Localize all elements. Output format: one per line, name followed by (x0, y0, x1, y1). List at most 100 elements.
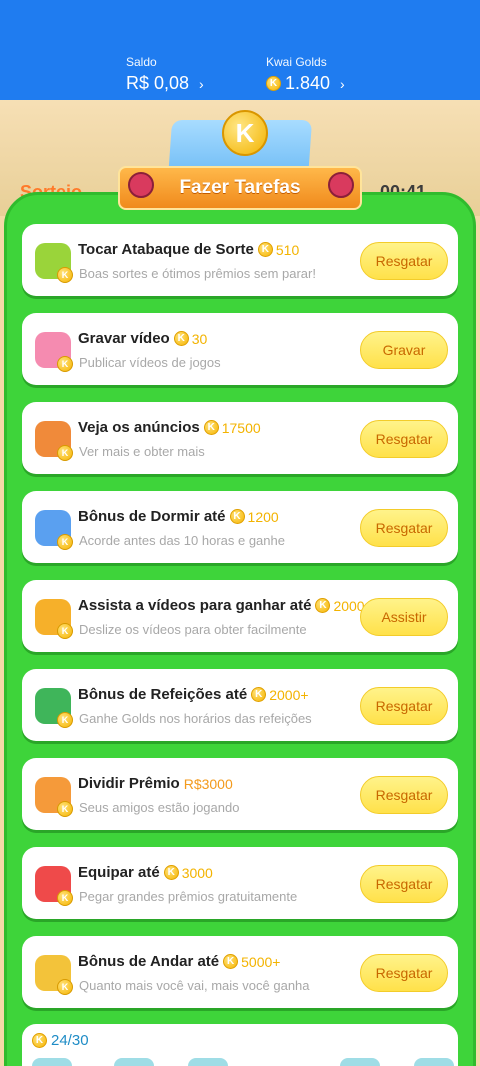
task-action-button[interactable]: Gravar (360, 331, 448, 369)
progress-node (414, 1058, 454, 1066)
task-card: K Tocar Atabaque de Sorte K 510 Boas sortes … (22, 224, 458, 296)
gift-icon: K (30, 772, 76, 818)
task-reward-value: 3000 (181, 864, 213, 881)
top-header: Saldo R$ 0,08 › Kwai Golds K 1.840 › (0, 0, 480, 100)
task-reward: R$3000 (184, 776, 233, 792)
golds-stat[interactable]: Kwai Golds K 1.840 › (266, 55, 345, 94)
task-title-text: Veja os anúncios (78, 419, 200, 436)
saldo-value: R$ 0,08 (126, 73, 190, 93)
saldo-label: Saldo (126, 55, 157, 69)
calendar-icon: K (30, 683, 76, 729)
task-reward: K 17500 (203, 419, 261, 436)
progress-count: K 24/30 (32, 1032, 89, 1049)
task-description: Quanto mais você vai, mais você ganha (79, 978, 310, 993)
task-action-button[interactable]: Resgatar (360, 687, 448, 725)
task-action-button[interactable]: Resgatar (360, 776, 448, 814)
progress-node (188, 1058, 228, 1066)
progress-panel: K 24/30 (22, 1024, 458, 1066)
kwai-coin-icon: K (251, 687, 267, 702)
kwai-coin-icon: K (173, 331, 189, 346)
chevron-right-icon: › (199, 75, 204, 92)
task-title: Gravar vídeo K 30 (78, 330, 207, 347)
task-description: Acorde antes das 10 horas e ganhe (79, 533, 285, 548)
task-title-text: Gravar vídeo (78, 330, 170, 347)
task-reward: K 30 (173, 330, 208, 347)
task-reward: K 1200 (229, 508, 279, 525)
task-action-button[interactable]: Resgatar (360, 865, 448, 903)
task-description: Publicar vídeos de jogos (79, 355, 221, 370)
golds-label: Kwai Golds (266, 55, 327, 69)
task-action-button[interactable]: Resgatar (360, 954, 448, 992)
task-card: K Bônus de Dormir até K 1200 Acorde antes da… (22, 491, 458, 563)
task-reward-value: 1200 (247, 508, 279, 525)
task-title-text: Bônus de Refeições até (78, 686, 248, 703)
chevron-right-icon: › (340, 75, 345, 92)
task-action-button[interactable]: Assistir (360, 598, 448, 636)
task-reward: K 2000 (315, 598, 365, 614)
task-description: Ganhe Golds nos horários das refeições (79, 711, 312, 726)
task-reward: K 5000+ (223, 954, 280, 970)
task-reward: K 510 (257, 241, 300, 258)
bird-right-icon (328, 172, 354, 198)
video-camera-icon: K (30, 594, 76, 640)
task-title: Veja os anúncios K 17500 (78, 419, 261, 436)
task-title: Bônus de Refeições até K 2000+ (78, 686, 309, 703)
task-action-button[interactable]: Resgatar (360, 420, 448, 458)
task-card: K Assista a vídeos para ganhar até K 2000 De… (22, 580, 458, 652)
task-description: Deslize os vídeos para obter facilmente (79, 622, 307, 637)
kwai-coin-icon: K (32, 1033, 47, 1048)
task-card: K Equipar até K 3000 Pegar grandes prêmios g… (22, 847, 458, 919)
task-card: K Bônus de Andar até K 5000+ Quanto mais voc… (22, 936, 458, 1008)
drum-icon: K (30, 238, 76, 284)
task-card: K Dividir Prêmio R$3000 Seus amigos estão j… (22, 758, 458, 830)
kwai-coin-icon: K (229, 509, 245, 524)
task-reward-value: 2000+ (269, 686, 309, 703)
task-title-text: Bônus de Andar até (78, 953, 220, 970)
kwai-coin-icon: K (222, 110, 268, 156)
boxing-glove-icon: K (30, 861, 76, 907)
kwai-coin-icon: K (203, 420, 219, 435)
task-reward-value: 510 (275, 241, 300, 258)
task-action-button[interactable]: Resgatar (360, 242, 448, 280)
task-title-text: Dividir Prêmio (78, 775, 180, 792)
kwai-coin-icon: K (163, 865, 179, 880)
kwai-coin-icon: K (257, 242, 273, 257)
task-description: Seus amigos estão jogando (79, 800, 240, 815)
task-title: Assista a vídeos para ganhar até K 2000 (78, 597, 365, 614)
kwai-coin-icon: K (315, 598, 331, 613)
progress-count-text: 24/30 (51, 1032, 89, 1049)
task-title-text: Tocar Atabaque de Sorte (78, 241, 254, 258)
task-reward-value: 5000+ (241, 953, 281, 970)
task-reward-value: 17500 (221, 419, 261, 436)
golds-value: 1.840 (285, 73, 331, 93)
progress-node (340, 1058, 380, 1066)
task-title-text: Bônus de Dormir até (78, 508, 226, 525)
task-title: Tocar Atabaque de Sorte K 510 (78, 241, 299, 258)
task-action-button[interactable]: Resgatar (360, 509, 448, 547)
progress-node (114, 1058, 154, 1066)
task-title-text: Equipar até (78, 864, 160, 881)
moon-icon: K (30, 505, 76, 551)
task-description: Boas sortes e ótimos prêmios sem parar! (79, 266, 316, 281)
saldo-stat[interactable]: Saldo R$ 0,08 › (126, 55, 204, 94)
kwai-coin-icon: K (223, 954, 239, 969)
banner-title: Fazer Tarefas (118, 166, 362, 210)
task-title: Dividir Prêmio R$3000 (78, 775, 233, 792)
task-title: Equipar até K 3000 (78, 864, 213, 881)
task-title-text: Assista a vídeos para ganhar até (78, 597, 312, 614)
progress-node (32, 1058, 72, 1066)
task-description: Ver mais e obter mais (79, 444, 205, 459)
kwai-coin-icon: K (266, 76, 281, 91)
camera-icon: K (30, 327, 76, 373)
task-card: K Bônus de Refeições até K 2000+ Ganhe Golds… (22, 669, 458, 741)
task-reward-value: 30 (191, 330, 208, 347)
task-reward: K 3000 (163, 864, 213, 881)
task-description: Pegar grandes prêmios gratuitamente (79, 889, 298, 904)
task-reward: K 2000+ (251, 686, 309, 703)
task-title: Bônus de Andar até K 5000+ (78, 953, 280, 970)
tv-icon: K (30, 416, 76, 462)
task-card: K Veja os anúncios K 17500 Ver mais e obter … (22, 402, 458, 474)
task-card: K Gravar vídeo K 30 Publicar vídeos de jogos… (22, 313, 458, 385)
walking-boy-icon: K (30, 950, 76, 996)
task-title: Bônus de Dormir até K 1200 (78, 508, 279, 525)
